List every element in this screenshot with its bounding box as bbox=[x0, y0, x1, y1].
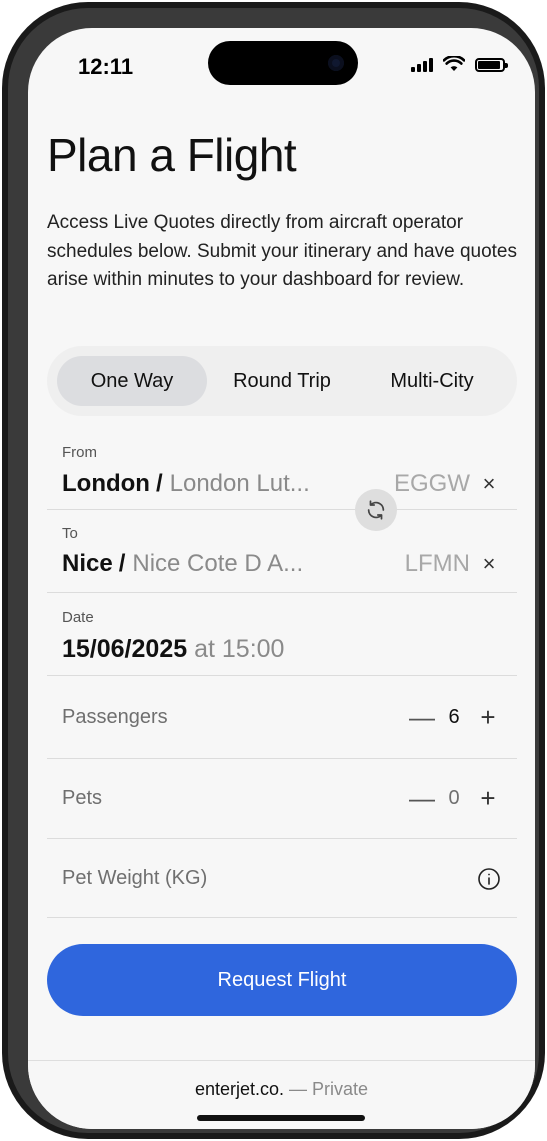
tab-multi-city[interactable]: Multi-City bbox=[357, 356, 507, 406]
battery-icon bbox=[475, 58, 508, 72]
wifi-icon bbox=[443, 56, 465, 71]
date-field[interactable]: Date 15/06/2025 at 15:00 bbox=[47, 593, 517, 676]
from-clear-icon[interactable]: × bbox=[476, 471, 502, 497]
pet-weight-row[interactable]: Pet Weight (KG) bbox=[47, 839, 517, 918]
passengers-row: Passengers — 6 + bbox=[47, 676, 517, 759]
pets-stepper: — 0 + bbox=[409, 785, 499, 811]
passengers-minus-button[interactable]: — bbox=[409, 704, 435, 730]
phone-bezel: 12:11 Plan a Flight Access Live Quotes d… bbox=[8, 8, 539, 1133]
pet-weight-label: Pet Weight (KG) bbox=[62, 867, 208, 889]
tab-one-way[interactable]: One Way bbox=[57, 356, 207, 406]
intro-text: Access Live Quotes directly from aircraf… bbox=[47, 212, 517, 290]
to-clear-icon[interactable]: × bbox=[476, 551, 502, 577]
status-icons bbox=[411, 56, 508, 72]
page-title: Plan a Flight bbox=[47, 129, 297, 181]
to-label: To bbox=[62, 525, 78, 542]
app-screen: 12:11 Plan a Flight Access Live Quotes d… bbox=[28, 28, 535, 1129]
pets-minus-button[interactable]: — bbox=[409, 785, 435, 811]
camera-icon bbox=[328, 55, 344, 71]
from-label: From bbox=[62, 444, 97, 461]
pets-plus-button[interactable]: + bbox=[477, 785, 499, 811]
to-value: Nice / Nice Cote D A... LFMN × bbox=[62, 550, 502, 578]
from-airport: London Lut... bbox=[169, 470, 310, 497]
passengers-plus-button[interactable]: + bbox=[477, 704, 499, 730]
pets-label: Pets bbox=[62, 787, 103, 809]
status-time: 12:11 bbox=[78, 54, 134, 79]
to-field[interactable]: To Nice / Nice Cote D A... LFMN × bbox=[47, 510, 517, 593]
from-field[interactable]: From London / London Lut... EGGW × bbox=[47, 433, 517, 510]
passengers-label: Passengers bbox=[62, 706, 168, 728]
to-separator: / bbox=[118, 550, 126, 577]
dynamic-island bbox=[208, 41, 358, 85]
date-time: 15:00 bbox=[221, 635, 285, 663]
to-airport-code: LFMN bbox=[404, 550, 470, 577]
pets-count: 0 bbox=[448, 786, 460, 809]
from-city: London bbox=[62, 470, 150, 497]
info-icon[interactable] bbox=[477, 867, 501, 891]
trip-type-selector: One Way Round Trip Multi-City bbox=[47, 346, 517, 416]
date-date: 15/06/2025 bbox=[62, 635, 188, 663]
phone-frame: 12:11 Plan a Flight Access Live Quotes d… bbox=[2, 2, 545, 1139]
footer-private: — Private bbox=[284, 1079, 369, 1099]
tab-round-trip[interactable]: Round Trip bbox=[207, 356, 357, 406]
from-separator: / bbox=[155, 470, 163, 497]
to-airport: Nice Cote D A... bbox=[132, 550, 304, 577]
footer-brand[interactable]: enterjet.co. bbox=[195, 1079, 284, 1099]
passengers-count: 6 bbox=[448, 705, 460, 728]
to-city: Nice bbox=[62, 550, 113, 577]
footer-text: enterjet.co. — Private bbox=[28, 1079, 535, 1100]
date-label: Date bbox=[62, 609, 94, 626]
passengers-stepper: — 6 + bbox=[409, 704, 499, 730]
date-value: 15/06/2025 at 15:00 bbox=[62, 635, 284, 664]
cellular-signal-icon bbox=[411, 58, 433, 72]
from-value: London / London Lut... EGGW × bbox=[62, 470, 502, 498]
date-at: at bbox=[194, 635, 215, 663]
pets-row: Pets — 0 + bbox=[47, 759, 517, 839]
request-flight-button[interactable]: Request Flight bbox=[47, 944, 517, 1016]
from-airport-code: EGGW bbox=[394, 470, 470, 497]
home-indicator[interactable] bbox=[197, 1115, 365, 1121]
